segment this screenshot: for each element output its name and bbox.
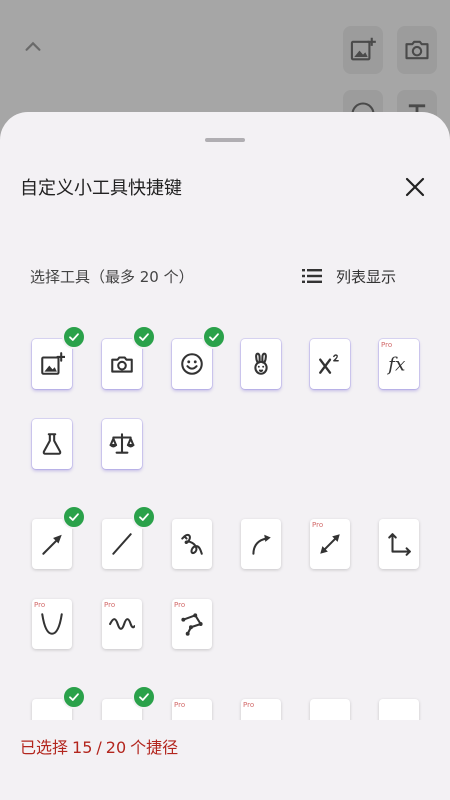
line-icon (112, 533, 132, 555)
curved-arrow-icon (252, 534, 271, 555)
tool-tile-square[interactable] (310, 699, 350, 720)
max-count: 20 (105, 738, 127, 757)
selected-count: 15 (72, 738, 93, 757)
close-button[interactable] (400, 172, 430, 202)
tool-tile-superscript[interactable] (310, 339, 350, 389)
selected-check-icon (62, 505, 86, 529)
selected-check-icon (132, 685, 156, 709)
circle-icon (386, 711, 412, 720)
tool-tile-rectangle[interactable] (102, 685, 156, 720)
square-icon (317, 711, 343, 720)
pro-badge: Pro (243, 701, 255, 709)
parabola-icon (41, 613, 63, 635)
tool-tile-circle[interactable] (379, 699, 419, 720)
section-label: 选择工具（最多 20 个） (30, 268, 194, 286)
axes-icon (388, 533, 411, 556)
tool-tile-smiley[interactable] (172, 325, 226, 389)
pro-badge: Pro (174, 601, 186, 609)
tool-tile-rabbit[interactable] (241, 339, 281, 389)
list-view-toggle[interactable]: 列表显示 (300, 262, 396, 290)
pro-badge: Pro (312, 521, 324, 529)
arrow-icon (42, 534, 62, 555)
tool-tile-polyline[interactable]: Pro (172, 599, 212, 649)
polyline-icon (181, 613, 203, 636)
selected-check-icon (62, 685, 86, 709)
ellipse-icon (39, 711, 65, 720)
rectangle-icon (109, 711, 135, 720)
tool-tile-function[interactable]: fx Pro (379, 339, 419, 389)
pro-badge: Pro (174, 701, 186, 709)
customize-shortcuts-sheet: 自定义小工具快捷键 选择工具（最多 20 个） 列表显示 fx Pro Pro Pro… (0, 112, 450, 800)
list-icon (302, 269, 322, 283)
balance-scale-icon (109, 433, 135, 454)
tool-tile-add-image[interactable] (32, 325, 86, 389)
tool-tile-angle[interactable]: Pro (172, 699, 212, 720)
wave-icon (109, 618, 135, 630)
pro-badge: Pro (34, 601, 46, 609)
angle-icon (179, 711, 205, 720)
selected-check-icon (132, 505, 156, 529)
tool-tile-triangle[interactable]: Pro (241, 699, 281, 720)
flask-icon (42, 433, 62, 455)
tool-tile-arrow[interactable] (32, 505, 86, 569)
tool-tile-balance-scale[interactable] (102, 419, 142, 469)
add-image-icon (41, 352, 65, 375)
camera-icon (405, 40, 429, 60)
bg-add-image-button (343, 26, 383, 74)
tool-tile-wave[interactable]: Pro (102, 599, 142, 649)
camera-icon (111, 356, 133, 373)
pro-badge: Pro (104, 601, 116, 609)
svg-text:fx: fx (386, 355, 406, 376)
tool-tile-curved-arrow[interactable] (241, 519, 281, 569)
tool-tile-line[interactable] (102, 505, 156, 569)
chevron-up-icon (25, 41, 41, 51)
selected-check-icon (202, 325, 226, 349)
superscript-icon (319, 354, 339, 374)
tools-grid: fx Pro Pro Pro Pro Pro Pro Pro (0, 312, 450, 720)
tool-tile-ellipse[interactable] (32, 685, 86, 720)
triangle-icon (248, 711, 274, 720)
tool-tile-freehand-loop[interactable] (172, 519, 212, 569)
pro-badge: Pro (381, 341, 393, 349)
tool-tile-parabola[interactable]: Pro (32, 599, 72, 649)
selection-count: 已选择 15/20 个捷径 (20, 734, 182, 758)
selected-check-icon (62, 325, 86, 349)
function-icon: fx (386, 355, 406, 376)
tool-tile-camera[interactable] (102, 325, 156, 389)
sheet-title: 自定义小工具快捷键 (20, 178, 182, 199)
drag-handle[interactable] (205, 138, 245, 142)
tool-tile-double-arrow[interactable]: Pro (310, 519, 350, 569)
double-arrow-icon (320, 534, 340, 554)
rabbit-icon (254, 352, 268, 375)
selection-suffix: 个捷径 (130, 738, 179, 757)
count-separator: / (96, 738, 102, 757)
add-image-icon (350, 37, 376, 61)
selected-check-icon (132, 325, 156, 349)
selection-prefix: 已选择 (20, 738, 69, 757)
tool-tile-axes[interactable] (379, 519, 419, 569)
list-view-label: 列表显示 (336, 267, 397, 286)
tool-tile-flask[interactable] (32, 419, 72, 469)
smiley-icon (181, 353, 203, 375)
close-icon (405, 177, 425, 197)
freehand-loop-icon (181, 533, 203, 555)
bg-camera-button (397, 26, 437, 74)
